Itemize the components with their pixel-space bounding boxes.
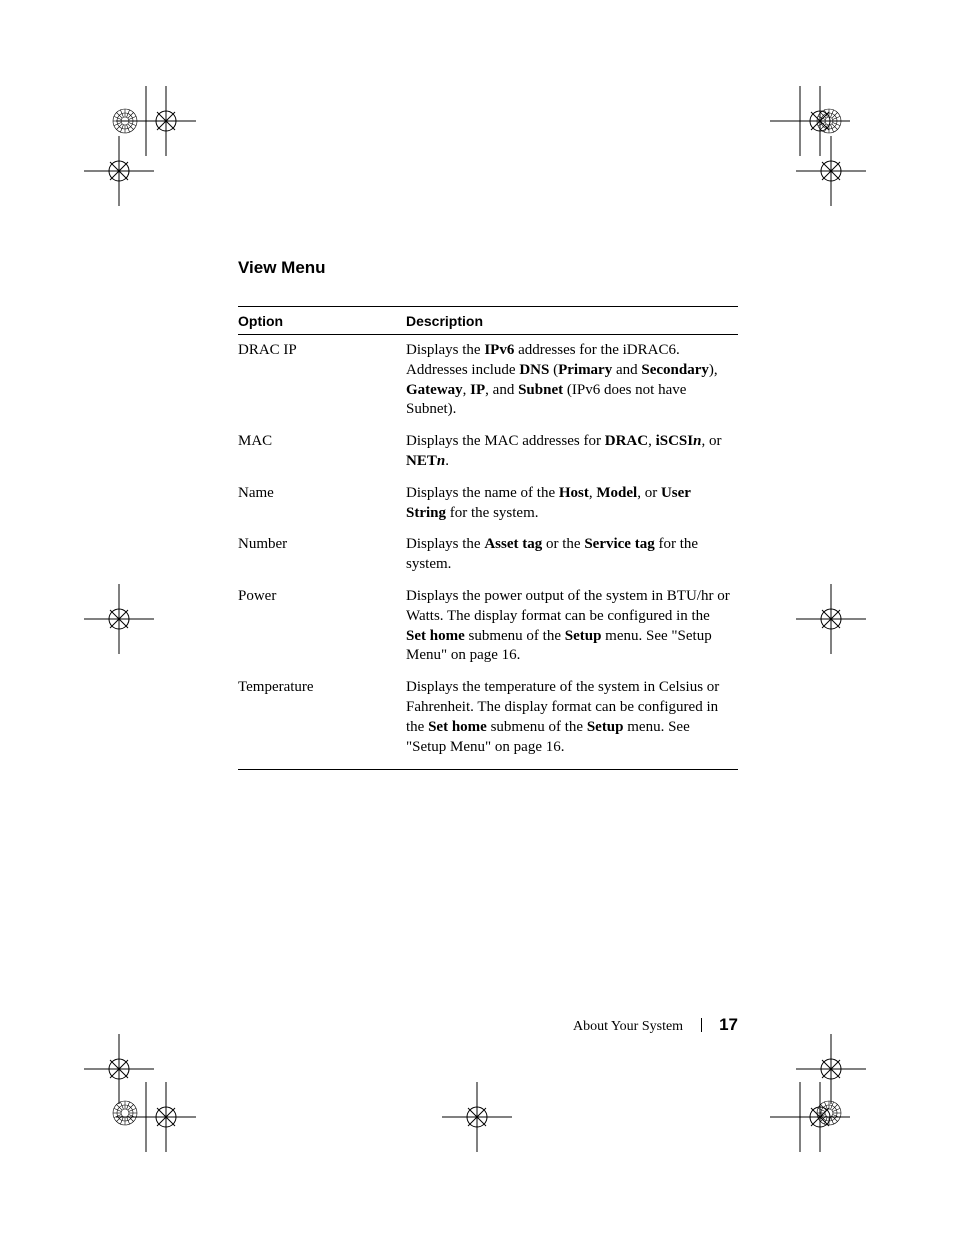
registration-rosette-icon (816, 108, 842, 134)
registration-rosette-icon (112, 1100, 138, 1126)
table-row: NumberDisplays the Asset tag or the Serv… (238, 529, 738, 581)
description-cell: Displays the MAC addresses for DRAC, iSC… (406, 426, 738, 478)
table-header-row: Option Description (238, 307, 738, 335)
content-area: View Menu Option Description DRAC IPDisp… (238, 258, 738, 770)
registration-rosette-icon (112, 108, 138, 134)
option-cell: Number (238, 529, 406, 581)
crop-mark-icon (750, 1082, 870, 1152)
option-cell: Name (238, 478, 406, 530)
header-description: Description (406, 307, 738, 335)
table-row: NameDisplays the name of the Host, Model… (238, 478, 738, 530)
page-root: View Menu Option Description DRAC IPDisp… (0, 0, 954, 1235)
view-menu-table: Option Description DRAC IPDisplays the I… (238, 306, 738, 770)
description-cell: Displays the temperature of the system i… (406, 672, 738, 770)
header-option: Option (238, 307, 406, 335)
option-cell: DRAC IP (238, 335, 406, 427)
crop-mark-icon (84, 136, 154, 206)
description-cell: Displays the IPv6 addresses for the iDRA… (406, 335, 738, 427)
table-row: MACDisplays the MAC addresses for DRAC, … (238, 426, 738, 478)
registration-rosette-icon (816, 1100, 842, 1126)
description-cell: Displays the name of the Host, Model, or… (406, 478, 738, 530)
option-cell: Power (238, 581, 406, 672)
section-title: View Menu (238, 258, 738, 278)
description-cell: Displays the power output of the system … (406, 581, 738, 672)
option-cell: Temperature (238, 672, 406, 770)
table-row: PowerDisplays the power output of the sy… (238, 581, 738, 672)
crop-mark-icon (796, 584, 866, 654)
crop-mark-icon (442, 1082, 512, 1152)
description-cell: Displays the Asset tag or the Service ta… (406, 529, 738, 581)
footer-separator (701, 1018, 702, 1032)
crop-mark-icon (84, 1034, 154, 1104)
crop-mark-icon (750, 86, 870, 156)
option-cell: MAC (238, 426, 406, 478)
footer-label: About Your System (573, 1019, 683, 1034)
table-row: TemperatureDisplays the temperature of t… (238, 672, 738, 770)
crop-mark-icon (796, 136, 866, 206)
page-footer: About Your System 17 (0, 1015, 738, 1035)
page-number: 17 (719, 1015, 738, 1034)
crop-mark-icon (84, 584, 154, 654)
crop-mark-icon (796, 1034, 866, 1104)
table-row: DRAC IPDisplays the IPv6 addresses for t… (238, 335, 738, 427)
